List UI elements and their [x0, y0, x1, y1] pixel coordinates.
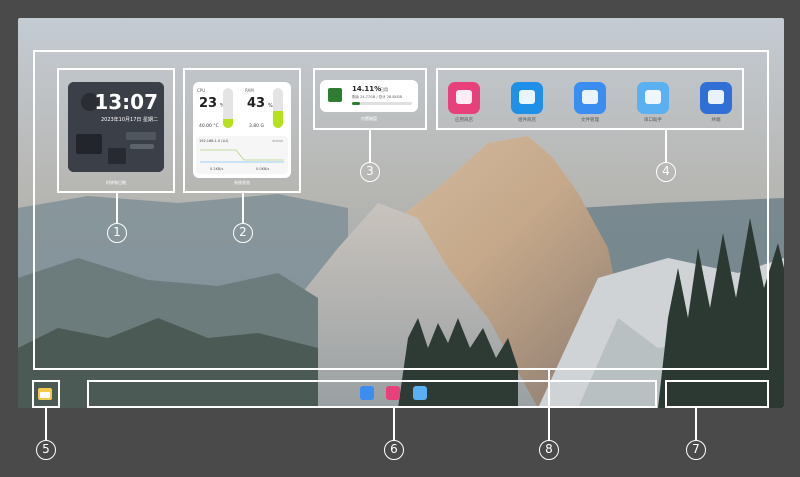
- callout-line-7: [695, 408, 697, 440]
- callout-line-3: [369, 130, 371, 162]
- callout-line-2: [242, 193, 244, 223]
- outline-apps: [436, 68, 744, 130]
- callout-1: 1: [107, 223, 127, 243]
- callout-7: 7: [686, 440, 706, 460]
- outline-system: [183, 68, 301, 193]
- outline-clock: [57, 68, 175, 193]
- callout-line-1: [116, 193, 118, 223]
- callout-8: 8: [539, 440, 559, 460]
- callout-3: 3: [360, 162, 380, 182]
- callout-2: 2: [233, 223, 253, 243]
- callout-4: 4: [656, 162, 676, 182]
- callout-6: 6: [384, 440, 404, 460]
- callout-line-4: [665, 130, 667, 162]
- callout-line-6: [393, 408, 395, 440]
- outline-tray: [665, 380, 769, 408]
- callout-line-5: [45, 408, 47, 440]
- outline-storage: [313, 68, 427, 130]
- outline-dock: [87, 380, 657, 408]
- outline-start: [32, 380, 60, 408]
- callout-line-8: [548, 370, 550, 440]
- callout-5: 5: [36, 440, 56, 460]
